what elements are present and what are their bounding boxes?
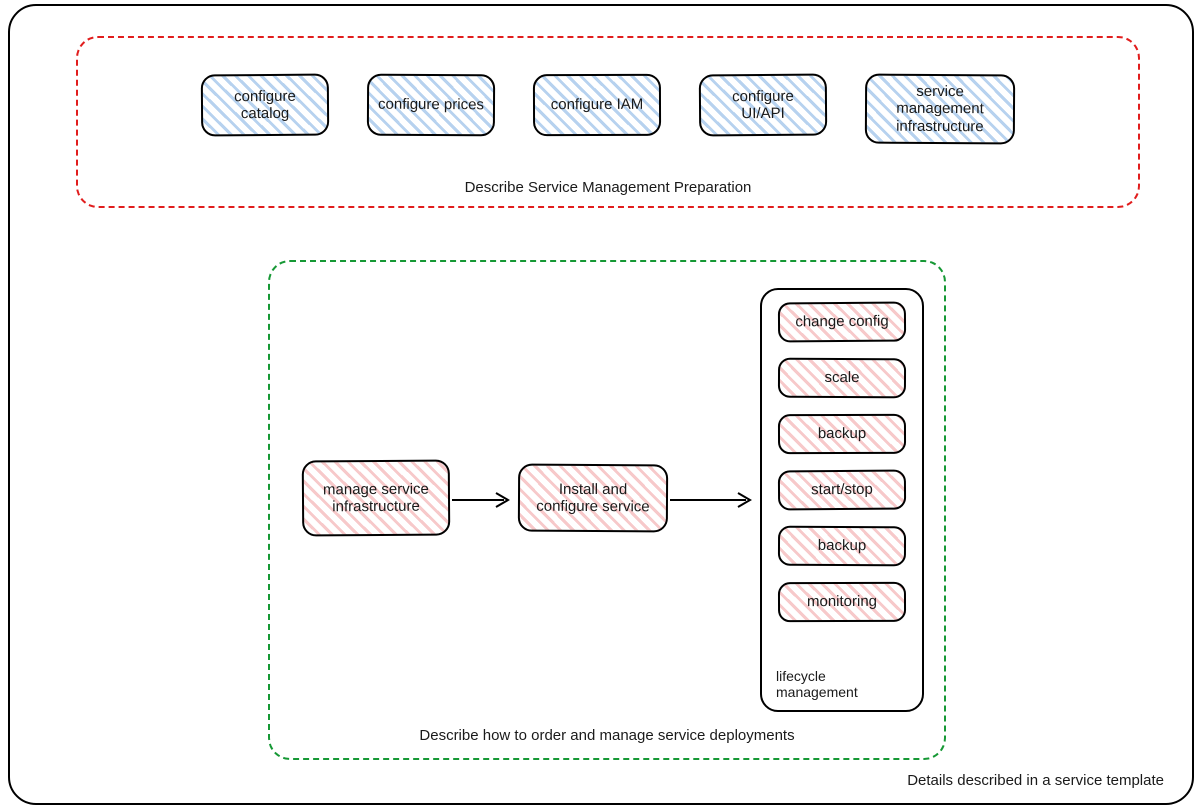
block-start-stop: start/stop [778,470,906,511]
group-order-and-manage: manage service infrastructure Install an… [268,260,946,760]
block-label: manage service infrastructure [312,480,440,515]
block-label: backup [818,537,866,555]
block-configure-iam: configure IAM [533,74,661,136]
block-label: Install and configure service [528,480,658,515]
block-label: configure UI/API [709,87,817,122]
block-label: change config [795,313,889,331]
block-label: service management infrastructure [875,83,1005,135]
lifecycle-management-box: change config scale backup start/stop ba… [760,288,924,712]
block-install-configure-service: Install and configure service [518,464,668,533]
block-monitoring: monitoring [778,582,906,622]
block-configure-prices: configure prices [367,74,495,137]
outer-caption: Details described in a service template [907,772,1164,789]
block-service-management-infrastructure: service management infrastructure [865,74,1015,145]
block-label: configure IAM [551,96,644,114]
block-label: monitoring [807,593,877,610]
block-change-config: change config [778,302,906,343]
arrow-step2-lifecycle [670,492,760,508]
block-scale: scale [778,358,906,399]
block-label: start/stop [811,481,873,499]
group-caption: Describe how to order and manage service… [270,727,944,744]
block-backup-2: backup [778,526,906,567]
arrow-step1-step2 [452,492,516,508]
group-service-management-preparation: configure catalog configure prices confi… [76,36,1140,208]
group-caption: Describe Service Management Preparation [78,179,1138,196]
block-manage-service-infrastructure: manage service infrastructure [302,459,451,536]
outer-frame: configure catalog configure prices confi… [8,4,1194,805]
block-label: configure catalog [211,87,319,122]
preparation-row: configure catalog configure prices confi… [78,74,1138,144]
block-label: configure prices [378,96,484,114]
block-label: scale [824,369,859,386]
diagram-canvas: configure catalog configure prices confi… [0,0,1202,809]
block-backup-1: backup [778,414,906,454]
block-configure-catalog: configure catalog [201,74,329,137]
block-configure-ui-api: configure UI/API [699,74,827,137]
block-label: backup [818,425,866,442]
lifecycle-caption: lifecycle management [776,668,908,704]
